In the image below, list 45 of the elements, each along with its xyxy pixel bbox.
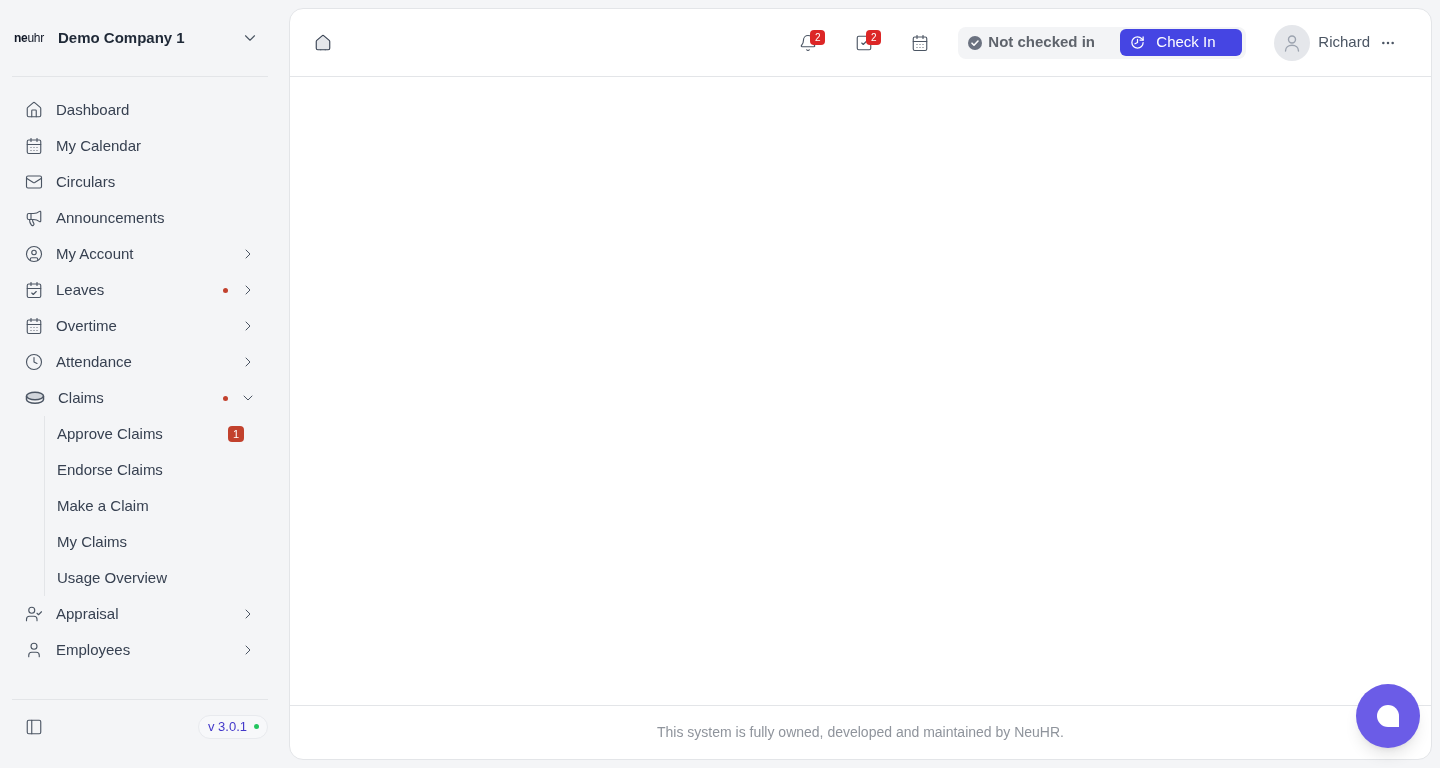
nav-item[interactable]: Attendance [12, 344, 240, 380]
company-name: Demo Company 1 [58, 27, 186, 48]
submenu-item[interactable]: Make a Claim [45, 494, 244, 518]
clock-icon [25, 353, 43, 371]
home-icon[interactable] [314, 33, 332, 52]
nav-item[interactable]: Claims [12, 380, 223, 416]
calendar-icon[interactable] [911, 33, 930, 52]
nav-item[interactable]: Announcements [12, 200, 256, 236]
calendar-icon [25, 317, 43, 335]
attendance-status: Not checked in [988, 32, 1095, 53]
check-in-button[interactable]: Check In [1120, 29, 1243, 56]
nav-item[interactable]: Appraisal [12, 596, 240, 632]
submenu-item[interactable]: Approve Claims [45, 422, 228, 446]
nav-item[interactable]: My Account [12, 236, 240, 272]
nav-item[interactable]: Circulars [12, 164, 256, 200]
sidebar-toggle-icon[interactable] [25, 717, 43, 736]
checkbox-icon[interactable] [855, 33, 874, 52]
version-label: v 3.0.1 [207, 717, 247, 736]
check-circle-icon [968, 35, 983, 50]
user-name[interactable]: Richard [1318, 31, 1370, 54]
nav-item[interactable]: Employees [12, 632, 240, 668]
user-icon [25, 641, 43, 659]
envelope-icon [25, 173, 43, 191]
nav-item[interactable]: My Calendar [12, 128, 256, 164]
user-check-icon [25, 605, 43, 623]
submenu-item[interactable]: Usage Overview [45, 566, 244, 590]
nav-item[interactable]: Leaves [12, 272, 223, 308]
count-badge: 2 [866, 29, 882, 45]
nav-item[interactable]: Overtime [12, 308, 240, 344]
home-icon [25, 101, 43, 119]
coin-icon [25, 391, 45, 405]
nav-item[interactable]: Dashboard [12, 92, 256, 128]
calendar-icon [25, 137, 43, 155]
submenu-item[interactable]: My Claims [45, 530, 244, 554]
chat-bubble-icon [1376, 704, 1400, 728]
calendar-check-icon [25, 281, 43, 299]
submenu-item[interactable]: Endorse Claims [45, 458, 244, 482]
user-circle-icon [25, 245, 43, 263]
clock-arrow-icon [1130, 35, 1146, 50]
count-badge: 2 [810, 29, 826, 45]
count-badge: 1 [228, 426, 244, 442]
footer-text: This system is fully owned, developed and maintained by NeuHR. [657, 723, 1064, 742]
logo: neuhr [14, 30, 45, 47]
megaphone-icon [25, 209, 43, 227]
bell-icon[interactable] [799, 33, 818, 52]
